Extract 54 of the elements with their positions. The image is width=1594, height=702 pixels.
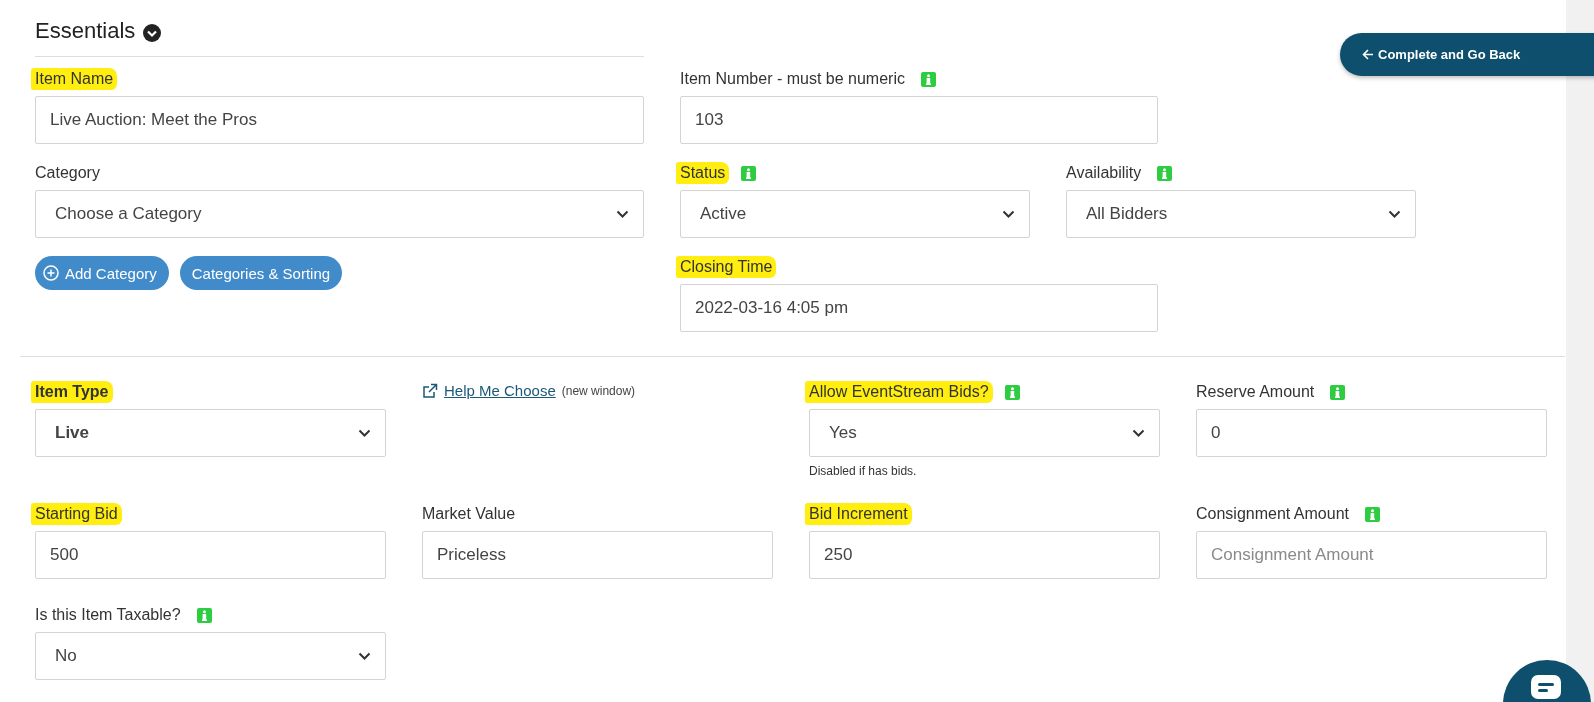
field-label: Allow EventStream Bids?	[805, 381, 993, 403]
text-field[interactable]: 103	[680, 96, 1158, 144]
scrollbar-track[interactable]	[1566, 0, 1594, 702]
chat-icon	[1529, 673, 1563, 702]
link-note: (new window)	[561, 383, 636, 398]
info-icon[interactable]	[1157, 165, 1173, 181]
field-label: Is this Item Taxable?	[34, 605, 182, 625]
chevron-down-icon	[1132, 429, 1145, 437]
field-label: Closing Time	[676, 256, 777, 278]
field-label: Item Name	[31, 68, 118, 90]
info-icon[interactable]	[741, 165, 757, 181]
field-label: Status	[676, 162, 730, 184]
field-label: Bid Increment	[805, 503, 912, 525]
select-field[interactable]: Active	[680, 190, 1030, 238]
add-category-button[interactable]: Add Category	[35, 256, 169, 290]
field-label: Availability	[1065, 163, 1143, 183]
info-icon[interactable]	[920, 71, 936, 87]
field-label: Reserve Amount	[1195, 382, 1316, 402]
help-text: Disabled if has bids.	[809, 464, 917, 478]
plus-circle-icon	[43, 265, 59, 281]
text-field[interactable]: Live Auction: Meet the Pros	[35, 96, 644, 144]
field-label: Market Value	[421, 504, 517, 524]
text-field[interactable]: Priceless	[422, 531, 773, 579]
field-label: Starting Bid	[31, 503, 122, 525]
arrow-left-icon	[1362, 49, 1374, 60]
select-field[interactable]: No	[35, 632, 386, 680]
text-field[interactable]: 250	[809, 531, 1160, 579]
field-label: Consignment Amount	[1195, 504, 1350, 524]
field-label: Category	[34, 163, 101, 183]
text-field[interactable]: 0	[1196, 409, 1547, 457]
select-field[interactable]: Live	[35, 409, 386, 457]
chevron-down-icon	[616, 210, 629, 218]
complete-and-go-back-button[interactable]: Complete and Go Back	[1340, 33, 1594, 76]
field-label: Item Number - must be numeric	[679, 69, 906, 89]
chevron-circle-icon[interactable]	[143, 24, 162, 42]
chevron-down-icon	[358, 429, 371, 437]
chevron-down-icon	[1002, 210, 1015, 218]
chevron-down-icon	[358, 652, 371, 660]
info-icon[interactable]	[1330, 384, 1346, 400]
text-field[interactable]: 2022-03-16 4:05 pm	[680, 284, 1158, 332]
field-label: Item Type	[31, 381, 113, 403]
section-title: Essentials	[35, 17, 136, 45]
select-field[interactable]: All Bidders	[1066, 190, 1416, 238]
select-field[interactable]: Yes	[809, 409, 1160, 457]
info-icon[interactable]	[196, 607, 212, 623]
info-icon[interactable]	[1365, 506, 1380, 522]
help-link[interactable]: Help Me Choose	[444, 382, 556, 399]
text-field[interactable]: 500	[35, 531, 386, 579]
external-link-icon	[422, 382, 438, 399]
info-icon[interactable]	[1004, 384, 1020, 400]
select-field[interactable]: Choose a Category	[35, 190, 644, 238]
text-field[interactable]: Consignment Amount	[1196, 531, 1547, 579]
chevron-down-icon	[1388, 210, 1401, 218]
categories-button[interactable]: Categories & Sorting	[179, 256, 343, 290]
